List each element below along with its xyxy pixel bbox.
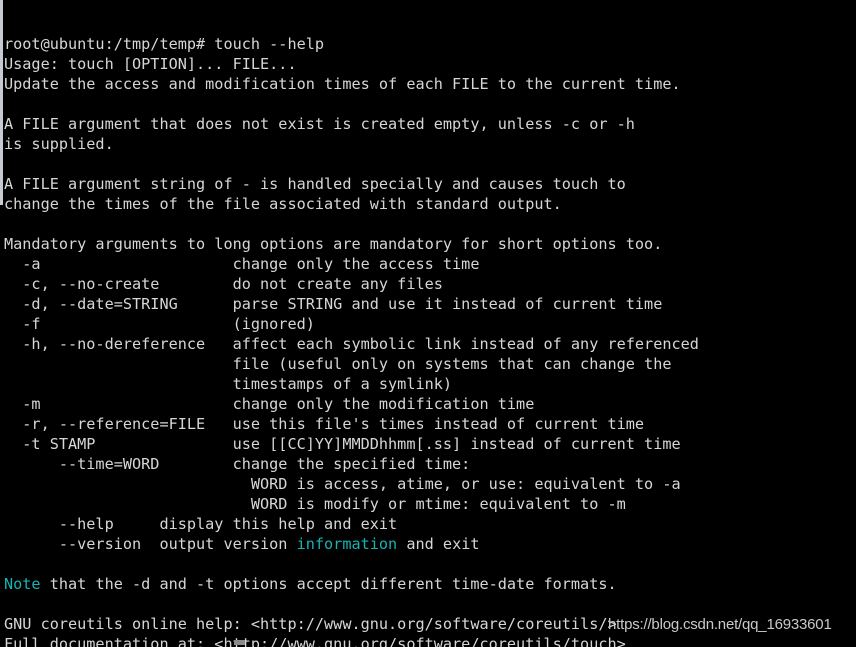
terminal-line-opt-d: -d, --date=STRING parse STRING and use i… xyxy=(4,295,663,313)
terminal-line-full-docs: Full documentation at: <http://www.gnu.o… xyxy=(4,635,626,647)
terminal-text-segment: information xyxy=(296,535,398,553)
terminal-line-opt-r: -r, --reference=FILE use this file's tim… xyxy=(4,415,645,433)
terminal-line-opt-time: --time=WORD change the specified time: xyxy=(4,455,471,473)
terminal-line-opt-h-cont1: file (useful only on systems that can ch… xyxy=(4,355,672,373)
terminal-line-mandatory-note: Mandatory arguments to long options are … xyxy=(4,235,663,253)
terminal-line-prompt: root@ubuntu:/tmp/temp# touch --help xyxy=(4,35,325,53)
terminal-line-summary: Update the access and modification times… xyxy=(4,75,681,93)
terminal-line-opt-t: -t STAMP use [[CC]YY]MMDDhhmm[.ss] inste… xyxy=(4,435,681,453)
terminal-line-para-2b: change the times of the file associated … xyxy=(4,195,562,213)
terminal-line-opt-h-cont2: timestamps of a symlink) xyxy=(4,375,453,393)
terminal-line-opt-version: --version output version information and… xyxy=(4,534,856,554)
terminal-text-segment: --version output version xyxy=(4,535,297,553)
terminal-line-opt-m: -m change only the modification time xyxy=(4,395,535,413)
terminal-line-blank-1 xyxy=(4,94,856,114)
terminal-output: root@ubuntu:/tmp/temp# touch --help Usage… xyxy=(4,35,856,647)
terminal-text-segment: and exit xyxy=(397,535,480,553)
terminal-line-para-1b: is supplied. xyxy=(4,135,114,153)
terminal-line-clipped xyxy=(4,27,856,34)
terminal-line-opt-time-cont2: WORD is modify or mtime: equivalent to -… xyxy=(4,495,626,513)
terminal-line-usage: Usage: touch [OPTION]... FILE... xyxy=(4,55,297,73)
terminal-text-segment: Note xyxy=(4,575,41,593)
terminal-line-opt-help: --help display this help and exit xyxy=(4,515,398,533)
terminal-line-blank-5 xyxy=(4,594,856,614)
terminal-text-segment: that the -d and -t options accept differ… xyxy=(40,575,617,593)
terminal-line-note: Note that the -d and -t options accept d… xyxy=(4,574,856,594)
terminal-line-para-2a: A FILE argument string of - is handled s… xyxy=(4,175,626,193)
terminal-line-blank-3 xyxy=(4,214,856,234)
terminal-line-para-1a: A FILE argument that does not exist is c… xyxy=(4,115,635,133)
terminal-line-opt-c: -c, --no-create do not create any files xyxy=(4,275,443,293)
terminal-line-opt-f: -f (ignored) xyxy=(4,315,315,333)
terminal-line-blank-2 xyxy=(4,154,856,174)
terminal-window[interactable]: root@ubuntu:/tmp/temp# touch --help Usage… xyxy=(0,0,856,647)
terminal-line-opt-a: -a change only the access time xyxy=(4,255,480,273)
terminal-line-opt-time-cont1: WORD is access, atime, or use: equivalen… xyxy=(4,475,681,493)
terminal-cursor xyxy=(234,640,245,645)
terminal-line-opt-h: -h, --no-dereference affect each symboli… xyxy=(4,335,699,353)
terminal-line-blank-4 xyxy=(4,554,856,574)
watermark-text: https://blog.csdn.net/qq_16933601 xyxy=(608,616,832,633)
